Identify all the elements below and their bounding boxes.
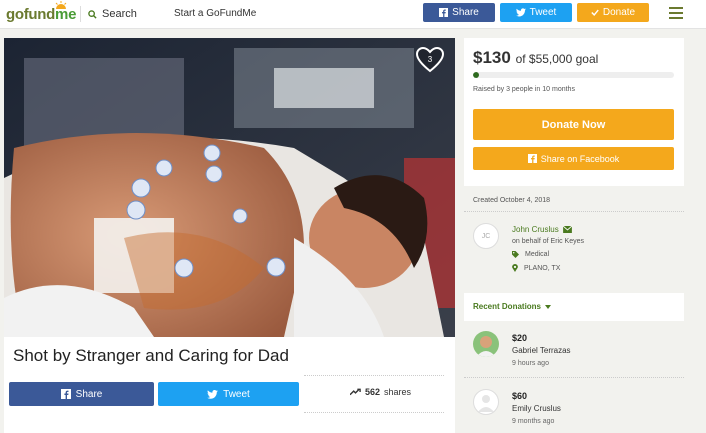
search-label: Search (102, 8, 137, 20)
category-label: Medical (525, 251, 550, 258)
share-facebook-label: Share on Facebook (540, 153, 620, 164)
search-icon (88, 9, 97, 19)
tag-icon (512, 251, 519, 258)
hamburger-menu-icon[interactable] (669, 7, 683, 19)
campaign-card: 3 Shot by Stranger and Caring for Dad Sh… (4, 38, 455, 433)
recent-donations-label: Recent Donations (473, 302, 542, 311)
facebook-icon (60, 389, 71, 399)
nav-divider (80, 6, 81, 22)
logo-sun-icon (55, 1, 67, 9)
donor-photo (473, 331, 499, 357)
share-label: Share (75, 388, 103, 400)
campaign-photo (4, 38, 455, 337)
start-gofundme-link[interactable]: Start a GoFundMe (174, 8, 256, 19)
facebook-icon (527, 154, 537, 163)
top-donate-button[interactable]: Donate (577, 3, 649, 22)
map-marker-icon (512, 264, 518, 272)
chevron-down-icon (545, 304, 552, 309)
campaign-location: PLANO, TX (512, 264, 560, 272)
trending-icon (350, 388, 361, 396)
top-navigation-bar: gofundme Search Start a GoFundMe Share T… (0, 0, 706, 29)
recent-donations-title: Recent Donations (473, 302, 552, 311)
twitter-icon (515, 8, 526, 17)
logo-fund-text: fund (23, 6, 56, 23)
donation-goal-card: $130 of $55,000 goal Raised by 3 people … (464, 38, 684, 186)
logo-go-text: go (6, 6, 24, 23)
share-on-facebook-button[interactable]: Share on Facebook (473, 147, 674, 170)
campaign-photo-image (4, 38, 455, 337)
recent-donations-header[interactable]: Recent Donations (464, 293, 684, 321)
donor-name: Gabriel Terrazas (512, 346, 571, 355)
top-tweet-button[interactable]: Tweet (500, 3, 572, 22)
donation-amount: $60 (512, 391, 528, 401)
top-share-button[interactable]: Share (423, 3, 495, 22)
donate-now-button[interactable]: Donate Now (473, 109, 674, 140)
goal-text: of $55,000 goal (515, 52, 599, 66)
progress-bar (473, 72, 674, 78)
checkmark-icon (591, 9, 599, 16)
divider-line (464, 211, 684, 212)
donation-time: 9 months ago (512, 418, 555, 425)
donor-avatar (473, 331, 499, 357)
top-donate-label: Donate (602, 7, 636, 18)
twitter-icon (207, 389, 219, 399)
user-placeholder-icon (478, 395, 494, 412)
donor-name: Emily Cruslus (512, 404, 561, 413)
raised-amount: $130 (473, 48, 511, 67)
divider-line (304, 412, 444, 413)
shares-counter: 562 shares (350, 387, 411, 397)
facebook-icon (439, 8, 449, 17)
organizer-name: John Cruslus (512, 225, 559, 234)
amount-raised: $130 of $55,000 goal (473, 48, 598, 68)
donation-time: 9 hours ago (512, 360, 549, 367)
raised-by-text: Raised by 3 people in 10 months (473, 86, 575, 93)
donor-avatar-placeholder (473, 389, 499, 415)
envelope-icon[interactable] (562, 226, 572, 233)
search-link[interactable]: Search (88, 8, 137, 20)
shares-label: shares (384, 387, 412, 397)
organizer-avatar: JC (473, 223, 499, 249)
heart-count: 3 (427, 55, 433, 64)
top-tweet-label: Tweet (529, 7, 557, 18)
organizer-name-link[interactable]: John Cruslus (512, 225, 572, 234)
shares-count: 562 (365, 387, 381, 397)
location-label: PLANO, TX (524, 264, 561, 272)
top-share-label: Share (452, 7, 479, 18)
created-date: Created October 4, 2018 (473, 197, 551, 204)
organizer-behalf: on behalf of Eric Keyes (512, 238, 584, 245)
donation-amount: $20 (512, 333, 528, 343)
tweet-button[interactable]: Tweet (158, 382, 299, 406)
campaign-title: Shot by Stranger and Caring for Dad (13, 346, 289, 365)
campaign-category[interactable]: Medical (512, 251, 549, 258)
tweet-label: Tweet (223, 388, 250, 400)
progress-bar-fill (473, 72, 480, 78)
divider-line (464, 377, 684, 378)
divider-line (304, 375, 444, 376)
share-facebook-button[interactable]: Share (9, 382, 154, 406)
